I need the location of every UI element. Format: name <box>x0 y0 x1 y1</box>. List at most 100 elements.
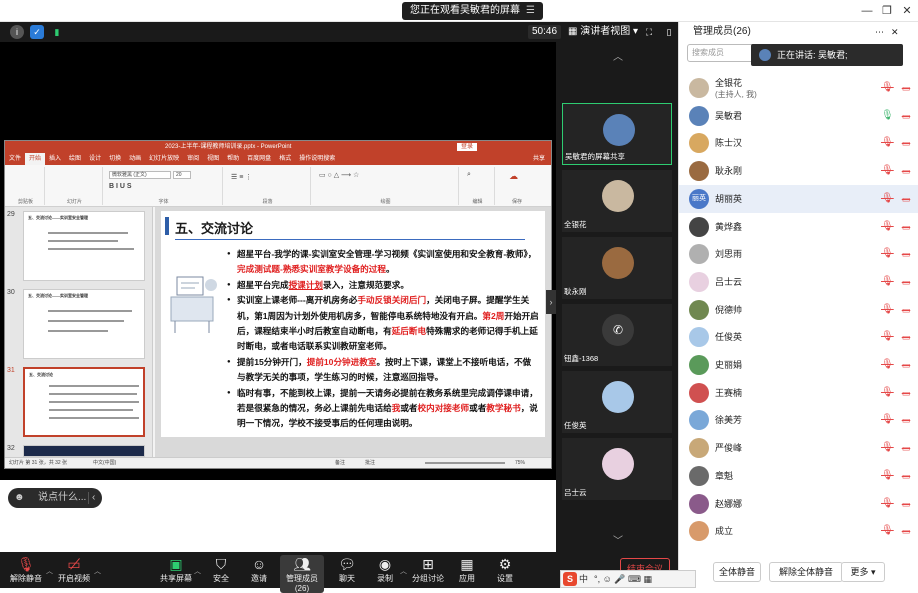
ppt-tab[interactable]: 切换 <box>105 153 125 165</box>
slide-thumbnail-selected[interactable]: 五、交流讨论 <box>23 367 145 437</box>
slide-canvas[interactable]: 五、交流讨论 超星平台-我学的课-实训室安全管理-学习视频《实训室使用和安全教育… <box>161 211 545 437</box>
manage-members-button[interactable]: 👥︎ 管理成员(26) <box>280 555 324 593</box>
camera-off-icon[interactable]: ▭ <box>899 248 913 260</box>
panel-close-icon[interactable]: ✕ <box>891 22 899 42</box>
slide-body[interactable]: 超星平台-我学的课-实训室安全管理-学习视频《实训室使用和安全教育-教师》， 完成… <box>227 247 539 432</box>
mic-muted-icon[interactable]: 🎙︎ <box>881 442 894 454</box>
camera-off-icon[interactable]: ▭ <box>899 442 913 454</box>
member-row[interactable]: 吕士云 🎙︎ ▭ <box>679 268 918 296</box>
chat-quick-input[interactable]: ☻ 说点什么... ‹ <box>8 488 102 508</box>
signal-icon[interactable]: ▮ <box>50 25 64 39</box>
member-row[interactable]: 陈士汉 🎙︎ ▭ <box>679 129 918 157</box>
camera-off-icon[interactable]: ▭ <box>899 82 913 94</box>
camera-off-icon[interactable]: ▭ <box>899 304 913 316</box>
video-tile[interactable]: 耿永刚 <box>562 237 672 299</box>
member-row[interactable]: 全银花 (主持人, 我) 🎙︎ ▭ <box>679 74 918 102</box>
camera-off-icon[interactable]: ▭ <box>899 165 913 177</box>
member-row[interactable]: 耿永刚 🎙︎ ▭ <box>679 157 918 185</box>
more-options-button[interactable]: 更多 ▾ <box>841 562 885 582</box>
strip-scroll-up-icon[interactable]: ︿ <box>612 48 624 63</box>
mute-all-button[interactable]: 全体静音 <box>713 562 761 582</box>
record-button[interactable]: ◉ 录制 <box>370 555 400 584</box>
chevron-up-icon[interactable]: ︿ <box>400 566 407 576</box>
unmute-button[interactable]: 🎙︎ 解除静音 <box>6 555 46 584</box>
ppt-tab[interactable]: 帮助 <box>223 153 243 165</box>
banner-menu-icon[interactable]: ☰ <box>526 5 535 16</box>
mic-muted-icon[interactable]: 🎙︎ <box>881 248 894 260</box>
info-icon[interactable]: i <box>10 25 24 39</box>
breakout-rooms-button[interactable]: ⊞ 分组讨论 <box>410 555 446 584</box>
view-mode-switch[interactable]: ▦ 演讲者视图 ▾ <box>568 25 638 39</box>
collapse-strip-handle[interactable]: › <box>546 290 556 314</box>
mic-muted-icon[interactable]: 🎙︎ <box>881 498 894 510</box>
shield-icon[interactable]: ✓ <box>30 25 44 39</box>
member-row[interactable]: 丽英 胡丽英 🎙︎ ▭ <box>679 184 918 213</box>
camera-off-icon[interactable]: ▭ <box>899 498 913 510</box>
camera-off-icon[interactable]: ▭ <box>899 221 913 233</box>
video-tile[interactable]: 吕士云 <box>562 438 672 500</box>
ribbon-group-font[interactable]: 微软雅黑 (正文) 20 B I U S 字体 <box>105 167 223 205</box>
language-indicator[interactable]: 中文(中国) <box>93 458 116 469</box>
video-tile[interactable]: 全银花 <box>562 170 672 232</box>
share-screen-button[interactable]: ▣ 共享屏幕 <box>158 555 194 584</box>
screen-viewing-banner[interactable]: 您正在观看吴敏君的屏幕 ☰ <box>402 2 543 20</box>
member-row[interactable]: 任俊英 🎙︎ ▭ <box>679 323 918 351</box>
member-search-input[interactable]: 搜索成员 <box>687 44 757 62</box>
mic-muted-icon[interactable]: 🎙︎ <box>881 414 894 426</box>
mic-muted-icon[interactable]: 🎙︎ <box>881 331 894 343</box>
ppt-tab[interactable]: 设计 <box>85 153 105 165</box>
minimize-button[interactable]: — <box>856 2 878 20</box>
ppt-tab[interactable]: 视图 <box>203 153 223 165</box>
camera-off-icon[interactable]: ▭ <box>899 276 913 288</box>
ppt-tab-home[interactable]: 开始 <box>25 153 46 165</box>
ppt-tab[interactable]: 幻灯片放映 <box>145 153 183 165</box>
camera-off-icon[interactable]: ▭ <box>899 359 913 371</box>
ppt-share-button[interactable]: 共享 <box>533 153 545 165</box>
chevron-up-icon[interactable]: ︿ <box>46 566 53 576</box>
find-icon[interactable]: ⌕ <box>467 171 471 179</box>
camera-off-icon[interactable]: ▭ <box>899 331 913 343</box>
ppt-tab[interactable]: 审阅 <box>183 153 203 165</box>
font-size-select[interactable]: 20 <box>173 171 191 179</box>
slide-thumbnail-pane[interactable]: 29 五、交流讨论——实训室安全管理 30 五、交流讨论——实训室安全管理 31… <box>5 207 153 457</box>
emoji-icon[interactable]: ☻ <box>14 488 25 508</box>
camera-off-icon[interactable]: ▭ <box>899 110 913 122</box>
member-row[interactable]: 倪德帅 🎙︎ ▭ <box>679 296 918 324</box>
member-row[interactable]: 吴敏君 🎙︎ ▭ <box>679 102 918 130</box>
close-button[interactable]: ✕ <box>896 2 918 20</box>
strip-scroll-down-icon[interactable]: ﹀ <box>612 532 624 547</box>
slide-thumbnail[interactable]: 五、交流讨论——实训室安全管理 <box>23 289 145 359</box>
ime-tools[interactable]: °, ☺ 🎤 ⌨ ▦ <box>594 574 652 584</box>
ppt-tab[interactable]: 文件 <box>5 153 25 165</box>
video-tile[interactable]: ✆ 钮鑫-1368 <box>562 304 672 366</box>
member-row[interactable]: 赵娜娜 🎙︎ ▭ <box>679 490 918 518</box>
apps-button[interactable]: ▦ 应用 <box>452 555 482 584</box>
ppt-tab[interactable]: 格式 <box>275 153 295 165</box>
ppt-login-button[interactable]: 登录 <box>457 143 478 151</box>
security-button[interactable]: ⛉ 安全 <box>206 555 236 584</box>
slide-thumbnail[interactable] <box>23 445 145 457</box>
camera-off-icon[interactable]: ▭ <box>899 470 913 482</box>
mic-muted-icon[interactable]: 🎙︎ <box>881 525 894 537</box>
camera-off-icon[interactable]: ▭ <box>899 193 913 205</box>
camera-off-icon[interactable]: ▭ <box>899 525 913 537</box>
slide-thumbnail[interactable]: 五、交流讨论——实训室安全管理 <box>23 211 145 281</box>
ribbon-group-slides[interactable]: 幻灯片 <box>47 167 103 205</box>
paragraph-align-icon[interactable]: ☰ ≡ ⋮ <box>231 173 252 181</box>
chat-collapse-icon[interactable]: ‹ <box>92 488 95 508</box>
save-to-cloud-icon[interactable]: ☁ <box>509 171 518 182</box>
video-tile[interactable]: 吴敏君的屏幕共享 <box>562 103 672 165</box>
mic-muted-icon[interactable]: 🎙︎ <box>881 387 894 399</box>
ribbon-group-drawing[interactable]: ▭ ○ △ ⟶ ☆ 绘图 <box>313 167 459 205</box>
unmute-all-button[interactable]: 解除全体静音 <box>769 562 843 582</box>
member-row[interactable]: 史丽娟 🎙︎ ▭ <box>679 351 918 379</box>
ime-mode-label[interactable]: 中 <box>579 574 588 584</box>
mic-muted-icon[interactable]: 🎙︎ <box>881 137 894 149</box>
mic-muted-icon[interactable]: 🎙︎ <box>881 470 894 482</box>
mic-muted-icon[interactable]: 🎙︎ <box>881 221 894 233</box>
zoom-level[interactable]: 75% <box>515 458 525 469</box>
member-row[interactable]: 黄烨鑫 🎙︎ ▭ <box>679 213 918 241</box>
panel-options-icon[interactable]: ⋯ <box>875 22 884 42</box>
member-row[interactable]: 章魁 🎙︎ ▭ <box>679 462 918 490</box>
ribbon-group-paragraph[interactable]: ☰ ≡ ⋮ 段落 <box>225 167 311 205</box>
